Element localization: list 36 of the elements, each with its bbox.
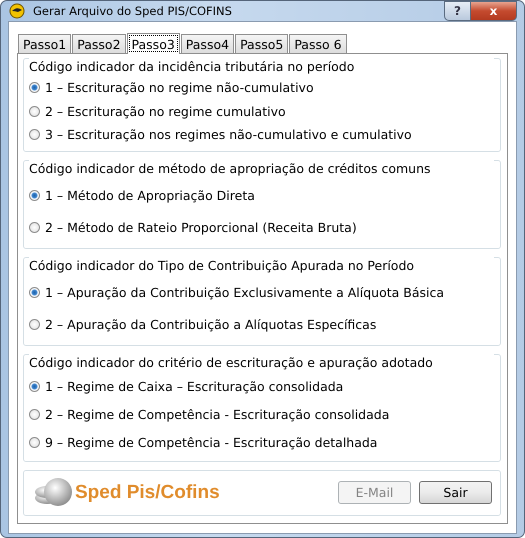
group-title: Código indicador da incidência tributária no período: [29, 58, 494, 76]
radio-button[interactable]: [29, 222, 40, 233]
group-title: Código indicador do Tipo de Contribuição Apurada no Período: [29, 256, 494, 274]
radio-button[interactable]: [29, 190, 40, 201]
logo-text: Sped Pis/Cofins: [75, 482, 220, 504]
radio-button[interactable]: [29, 129, 40, 140]
radio-button[interactable]: [29, 106, 40, 117]
close-button[interactable]: x: [471, 1, 517, 21]
radio-button[interactable]: [29, 409, 40, 420]
radio-label[interactable]: 1 – Método de Apropriação Direta: [45, 188, 255, 203]
help-button[interactable]: ?: [444, 1, 471, 21]
radio-label[interactable]: 2 – Escrituração no regime cumulativo: [45, 104, 286, 119]
radio-label[interactable]: 3 – Escrituração nos regimes não-cumulativo e cumulativo: [45, 127, 412, 142]
radio-button[interactable]: [29, 437, 40, 448]
window-title: Gerar Arquivo do Sped PIS/COFINS: [33, 4, 233, 18]
tab[interactable]: Passo4: [180, 34, 234, 53]
radio-button[interactable]: [29, 319, 40, 330]
group-title: Código indicador do critério de escrituração e apuração adotado: [29, 354, 494, 372]
radio-label[interactable]: 2 – Apuração da Contribuição a Alíquotas Específicas: [45, 317, 376, 332]
radio-button[interactable]: [29, 82, 40, 94]
tab[interactable]: Passo5: [235, 34, 288, 53]
radio-button[interactable]: [29, 287, 40, 298]
tab[interactable]: Passo2: [72, 34, 126, 53]
tab[interactable]: Passo 6: [289, 34, 347, 53]
tab[interactable]: Passo1: [18, 34, 72, 53]
radio-label[interactable]: 9 – Regime de Competência - Escrituração detalhada: [45, 435, 378, 450]
radio-label[interactable]: 2 – Regime de Competência - Escrituração consolidada: [45, 407, 390, 422]
tab[interactable]: Passo3: [126, 33, 180, 54]
footer-button[interactable]: Sair: [419, 481, 492, 504]
radio-label[interactable]: 1 – Escrituração no regime não-cumulativo: [45, 80, 314, 96]
radio-label[interactable]: 1 – Apuração da Contribuição Exclusivamente a Alíquota Básica: [45, 285, 444, 300]
radio-button[interactable]: [29, 381, 40, 392]
radio-label[interactable]: 1 – Regime de Caixa – Escrituração consolidada: [45, 379, 344, 394]
group-title: Código indicador de método de apropriação de créditos comuns: [29, 160, 494, 178]
app-icon: [9, 3, 25, 19]
radio-label[interactable]: 2 – Método de Rateio Proporcional (Receita Bruta): [45, 220, 357, 235]
